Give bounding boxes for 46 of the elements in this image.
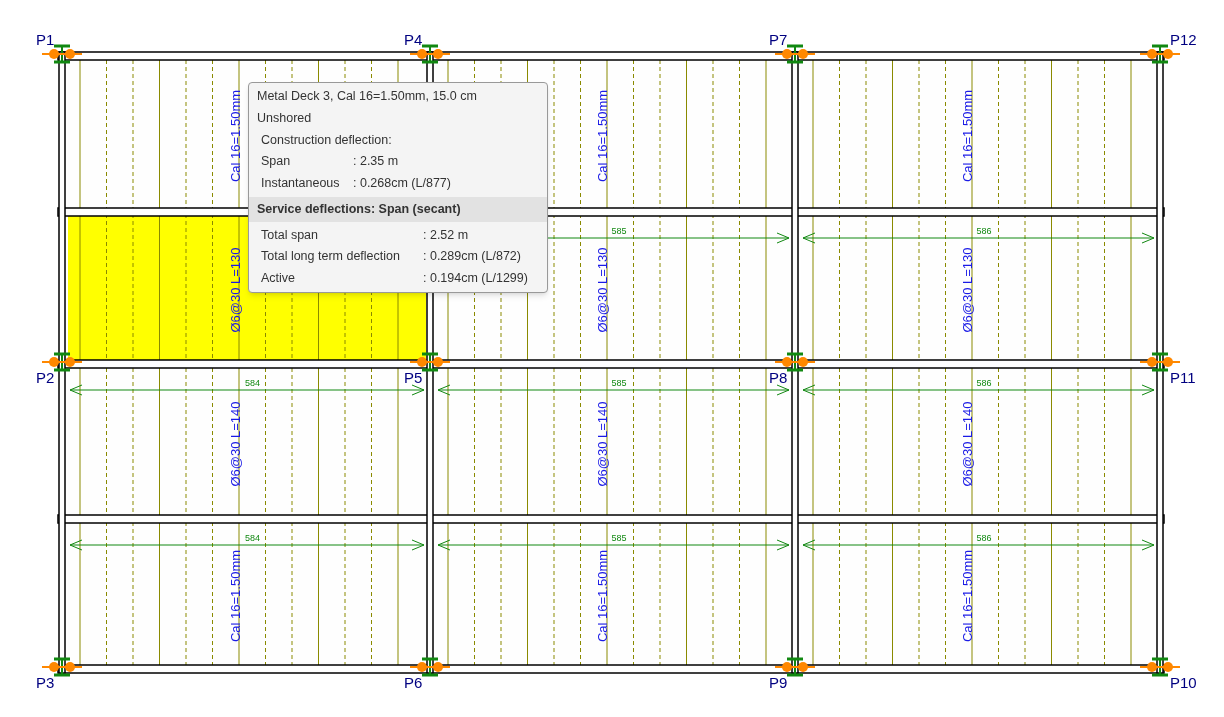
deck-note: Cal 16=1.50mm — [228, 89, 242, 183]
tooltip-section-title: Service deflections: Span (secant) — [249, 196, 547, 222]
dimension-label: 584 — [244, 379, 260, 388]
column-label: P9 — [769, 675, 788, 690]
tooltip-label: Active — [261, 270, 297, 287]
deck-note: Cal 16=1.50mm — [595, 549, 609, 643]
deck-note: Cal 16=1.50mm — [595, 89, 609, 183]
column-label: P1 — [36, 32, 55, 47]
deck-note: Cal 16=1.50mm — [228, 549, 242, 643]
tooltip-value: : 0.194cm (L/1299) — [423, 270, 529, 287]
dimension-label: 584 — [244, 534, 260, 543]
column-label: P5 — [404, 370, 423, 385]
deck-note: Ø6@30 L=140 — [595, 400, 609, 487]
tooltip-value: : 0.268cm (L/877) — [353, 175, 452, 192]
tooltip-label: Span — [261, 153, 292, 171]
column-label: P3 — [36, 675, 55, 690]
tooltip-value: : 2.35 m — [353, 153, 400, 171]
deck-note: Ø6@30 L=140 — [228, 400, 242, 487]
deck-note: Ø6@30 L=130 — [228, 247, 242, 333]
dimension-label: 585 — [611, 534, 627, 543]
tooltip-label: Total long term deflection — [261, 248, 401, 266]
deck-note: Ø6@30 L=130 — [960, 247, 974, 333]
tooltip-value: : 2.52 m — [423, 226, 470, 244]
deck-note: Cal 16=1.50mm — [960, 89, 974, 183]
column-label: P2 — [36, 370, 55, 385]
deck-note: Ø6@30 L=130 — [595, 247, 609, 333]
tooltip-subheading: Construction deflection: — [260, 131, 393, 149]
dimension-label: 585 — [611, 227, 627, 236]
dimension-label: 586 — [976, 379, 992, 388]
column-label: P6 — [404, 675, 423, 690]
column-label: P11 — [1170, 370, 1196, 385]
column-label: P10 — [1170, 675, 1197, 690]
tooltip-text: Unshored — [257, 109, 313, 127]
tooltip-label: Total span — [261, 226, 319, 244]
tooltip-value: : 0.289cm (L/872) — [423, 248, 522, 266]
column-label: P12 — [1170, 32, 1197, 47]
column-label: P8 — [769, 370, 788, 385]
tooltip-label: Instantaneous — [261, 175, 341, 192]
column-label: P7 — [769, 32, 788, 47]
dimension-label: 585 — [611, 379, 627, 388]
dimension-label: 586 — [976, 534, 992, 543]
column-label: P4 — [404, 32, 423, 47]
deck-note: Ø6@30 L=140 — [960, 400, 974, 487]
dimension-label: 586 — [976, 227, 992, 236]
tooltip-text: Metal Deck 3, Cal 16=1.50mm, 15.0 cm — [257, 88, 478, 105]
deck-note: Cal 16=1.50mm — [960, 549, 974, 643]
